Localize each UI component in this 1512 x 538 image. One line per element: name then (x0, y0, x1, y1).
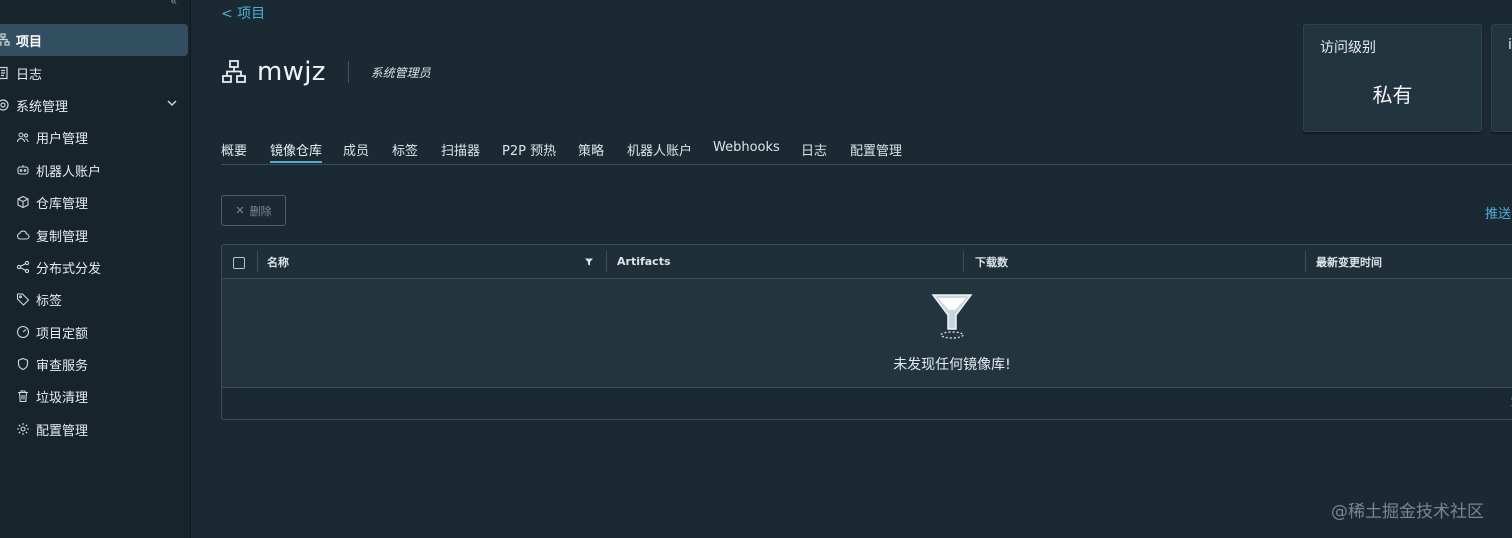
empty-funnel-icon (930, 291, 974, 341)
column-divider (606, 251, 607, 272)
sidebar-item-distributions[interactable]: 分布式分发 (0, 251, 188, 283)
column-divider (1305, 251, 1306, 272)
sidebar-item-label: 用户管理 (36, 131, 89, 147)
sidebar-item-label: 审查服务 (36, 358, 89, 374)
sidebar-item-label: 仓库管理 (36, 196, 89, 212)
tab-logs[interactable]: 日志 (801, 140, 827, 163)
card-value: 私有 (1372, 83, 1413, 107)
column-header-pulls[interactable]: 下载数 (975, 245, 1008, 278)
delete-button[interactable]: ✕ 删除 (221, 195, 286, 226)
cloud-icon (16, 228, 30, 242)
sidebar-item-gc[interactable]: 垃圾清理 (0, 380, 188, 412)
sidebar-item-configuration[interactable]: 配置管理 (0, 413, 188, 445)
empty-state-text: 未发现任何镜像库! (893, 357, 1011, 373)
sidebar-item-label: 机器人账户 (36, 164, 102, 180)
breadcrumb: < 项目 (221, 3, 265, 23)
delete-label: 删除 (249, 205, 272, 218)
project-icon (0, 33, 10, 47)
column-header-last-modified[interactable]: 最新变更时间 (1316, 245, 1382, 278)
sidebar-item-projects[interactable]: 项目 (0, 24, 188, 56)
tab-policy[interactable]: 策略 (578, 140, 604, 163)
project-tabs: 概要 镜像仓库 成员 标签 扫描器 P2P 预热 策略 机器人账户 Webhoo… (221, 140, 1512, 165)
sidebar-item-logs[interactable]: 日志 (0, 57, 188, 89)
select-all-checkbox[interactable] (233, 257, 245, 269)
shield-icon (16, 357, 30, 371)
project-icon (221, 59, 247, 85)
sidebar-item-label: 标签 (36, 293, 63, 309)
column-divider (257, 251, 258, 272)
role-label: 系统管理员 (370, 65, 431, 80)
table-header: 名称 Artifacts 下载数 最新变更时间 (222, 245, 1512, 279)
box-icon (16, 195, 30, 209)
repositories-table: 名称 Artifacts 下载数 最新变更时间 未发现任何镜像库! 1 (221, 244, 1512, 420)
page-header: mwjz 系统管理员 (221, 54, 431, 90)
sidebar-item-label: 项目定额 (36, 326, 89, 342)
breadcrumb-projects-link[interactable]: < 项目 (221, 6, 265, 22)
column-header-artifacts[interactable]: Artifacts (617, 245, 671, 278)
sidebar-item-replications[interactable]: 复制管理 (0, 219, 188, 251)
sidebar-item-registries[interactable]: 仓库管理 (0, 186, 188, 218)
users-icon (16, 130, 30, 144)
log-icon (0, 66, 10, 80)
sidebar-item-users[interactable]: 用户管理 (0, 121, 188, 153)
sidebar-item-label: 分布式分发 (36, 261, 102, 277)
sidebar-item-label: 配置管理 (36, 423, 89, 439)
tab-summary[interactable]: 概要 (221, 140, 247, 163)
trash-icon (16, 389, 30, 403)
column-header-name[interactable]: 名称 (267, 245, 289, 278)
sidebar-item-label: 垃圾清理 (36, 390, 89, 406)
tab-configuration[interactable]: 配置管理 (850, 140, 902, 163)
tab-labels[interactable]: 标签 (392, 140, 418, 163)
card-label: i (1508, 37, 1512, 53)
sidebar: « 项目 日志 系统管理 用户管理 机器人账户 仓库管理 复制管理 分布式分发 … (0, 0, 191, 538)
close-icon: ✕ (235, 205, 245, 217)
sidebar-item-labels[interactable]: 标签 (0, 283, 188, 315)
sidebar-item-robot-accounts[interactable]: 机器人账户 (0, 154, 188, 186)
tab-p2p-preheat[interactable]: P2P 预热 (502, 140, 556, 163)
tag-icon (16, 292, 30, 306)
tab-webhooks[interactable]: Webhooks (713, 140, 780, 163)
cog-icon (16, 422, 30, 436)
sidebar-item-interrogation[interactable]: 审查服务 (0, 348, 188, 380)
tab-members[interactable]: 成员 (343, 140, 369, 163)
filter-icon[interactable] (584, 257, 594, 267)
sidebar-item-label: 系统管理 (16, 99, 69, 115)
sidebar-collapse-icon[interactable]: « (170, 0, 177, 8)
table-body: 未发现任何镜像库! (222, 279, 1512, 387)
column-divider (963, 251, 964, 272)
card-label: 访问级别 (1320, 40, 1376, 56)
tab-repositories[interactable]: 镜像仓库 (270, 140, 323, 163)
push-command-link[interactable]: 推送 (1485, 203, 1511, 222)
share-icon (16, 260, 30, 274)
sidebar-item-label: 项目 (16, 34, 43, 50)
robot-icon (16, 163, 30, 177)
sidebar-item-label: 日志 (16, 67, 43, 83)
gear-icon (0, 98, 10, 112)
page-title: mwjz (257, 57, 326, 87)
title-divider (347, 61, 349, 83)
chevron-down-icon[interactable] (166, 97, 178, 113)
tab-robot-accounts[interactable]: 机器人账户 (627, 140, 692, 163)
sidebar-item-label: 复制管理 (36, 229, 89, 245)
sidebar-item-system-admin[interactable]: 系统管理 (0, 89, 188, 121)
gauge-icon (16, 325, 30, 339)
table-footer: 1 (222, 387, 1512, 419)
watermark: @稀土掘金技术社区 (1331, 502, 1484, 522)
access-level-card: 访问级别 私有 (1303, 24, 1482, 132)
tab-scanner[interactable]: 扫描器 (441, 140, 480, 163)
summary-card: i (1491, 24, 1512, 132)
sidebar-item-quotas[interactable]: 项目定额 (0, 316, 188, 348)
